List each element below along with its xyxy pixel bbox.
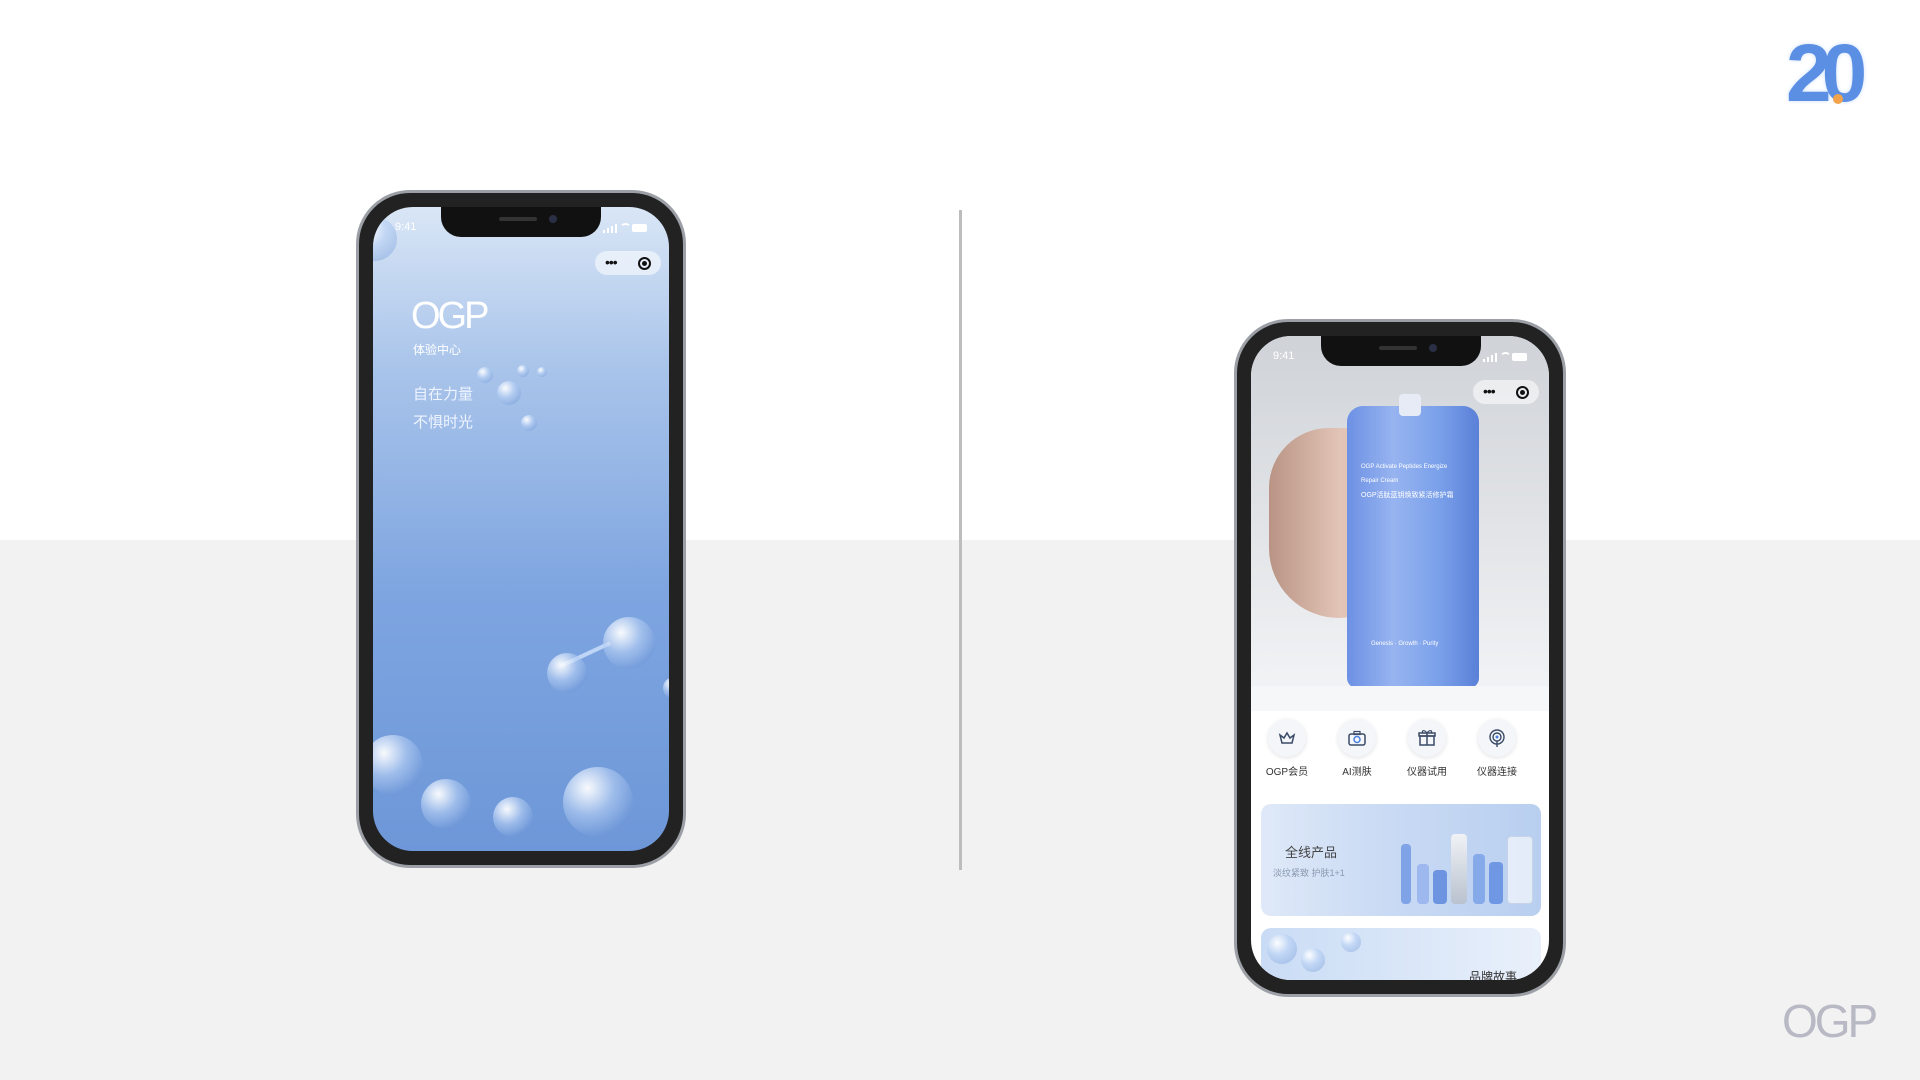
wifi-icon [620,223,631,232]
bottle-text-line3: OGP活肽蓝钥焕致紧活修护霜 [1361,492,1454,499]
brand-story-card[interactable]: 品牌故事 [1261,928,1541,980]
molecule-bubble [497,381,521,405]
molecule-bubble [517,365,529,377]
left-phone-screen: 9:41 ••• OGP 体验中心 自在力量 不惧时光 [373,207,669,851]
left-phone-mockup: 9:41 ••• OGP 体验中心 自在力量 不惧时光 [356,190,686,868]
battery-icon [1512,353,1527,361]
fingerprint-icon[interactable] [1478,719,1516,757]
badge-number: 20 [1786,28,1867,119]
molecule-bubble [373,217,397,261]
gift-icon[interactable] [1408,719,1446,757]
brand-story-title: 品牌故事 [1468,970,1517,980]
quick-action-member[interactable]: OGP会员 [1257,719,1317,778]
phone-notch [1321,336,1481,366]
product-bottle-image: OGP Activate Peptides Energize Repair Cr… [1347,394,1479,688]
molecule-bubble [547,653,587,693]
molecule-bubble [493,797,533,837]
status-time: 9:41 [395,221,417,233]
molecule-bubble [537,367,547,377]
device-image [1451,834,1467,904]
quick-action-device-connect[interactable]: 仪器连接 [1467,719,1527,778]
vertical-divider [959,210,962,870]
battery-icon [632,224,647,232]
bottle-pump [1399,394,1421,416]
corner-logo: OGP [1782,995,1878,1047]
molecule-bubble [663,677,669,699]
close-target-icon[interactable] [1516,386,1529,399]
bottle-text-line1: OGP Activate Peptides Energize [1361,464,1448,470]
page-subtitle: 体验中心 [413,343,462,357]
product-image [1417,864,1429,904]
status-icons [1483,352,1527,362]
product-image [1473,854,1485,904]
status-icons [603,223,647,233]
molecule-bubble [603,617,655,669]
quick-actions: OGP会员 AI测肤 仪器试用 仪器连接 [1251,719,1549,789]
miniprogram-capsule[interactable]: ••• [1473,380,1539,404]
right-phone-mockup: OGP Activate Peptides Energize Repair Cr… [1234,319,1566,997]
anniversary-badge: 20 [1786,28,1882,119]
more-icon[interactable]: ••• [1483,383,1496,399]
miniprogram-capsule[interactable]: ••• [595,251,661,275]
camera-icon[interactable] [1338,719,1376,757]
slogan-line-2: 不惧时光 [413,414,474,431]
molecule-bubble [563,767,633,837]
wifi-icon [1500,352,1511,361]
quick-action-ai-skin[interactable]: AI测肤 [1327,719,1387,778]
brand-logo: OGP [411,295,489,337]
all-products-card[interactable]: 全线产品 淡纹紧致 护肤1+1 [1261,804,1541,916]
product-image [1489,862,1503,904]
product-image [1401,844,1411,904]
molecule-bubble [1267,934,1297,964]
crown-icon[interactable] [1268,719,1306,757]
bottle-text-line2: Repair Cream [1361,478,1399,484]
quick-action-label: 仪器连接 [1477,767,1517,778]
all-products-title: 全线产品 [1285,845,1338,860]
bottle-text-line4: Genesis · Growth · Purity [1371,641,1439,647]
phone-notch [441,207,601,237]
slogan-line-1: 自在力量 [413,386,474,403]
molecule-bubble [477,367,493,383]
badge-dot [1833,94,1843,104]
molecule-bubble [1341,932,1361,952]
quick-action-device-trial[interactable]: 仪器试用 [1397,719,1457,778]
more-icon[interactable]: ••• [605,254,618,270]
status-time: 9:41 [1273,350,1295,362]
quick-action-label: 仪器试用 [1407,767,1447,778]
signal-icon [603,224,617,233]
molecule-bubble [521,415,537,431]
right-phone-screen: OGP Activate Peptides Energize Repair Cr… [1251,336,1549,980]
all-products-subtitle: 淡纹紧致 护肤1+1 [1273,868,1345,878]
molecule-bubble [1301,948,1325,972]
hero-shelf [1251,686,1549,711]
product-image [1433,870,1447,904]
product-box-image [1507,836,1533,904]
signal-icon [1483,353,1497,362]
quick-action-label: AI测肤 [1342,767,1372,778]
molecule-bubble [373,735,423,795]
close-target-icon[interactable] [638,257,651,270]
molecule-bubble [421,779,471,829]
quick-action-label: OGP会员 [1265,767,1309,778]
